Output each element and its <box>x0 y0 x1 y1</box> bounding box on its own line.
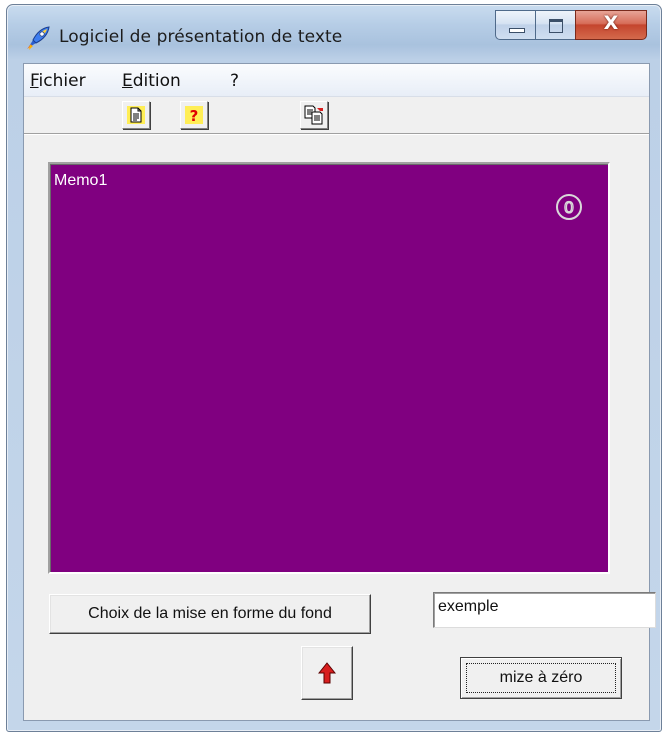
toolbar-copy-button[interactable] <box>300 101 328 129</box>
application-window: Logiciel de présentation de texte X Fich… <box>6 4 662 732</box>
menu-fichier-rest: ichier <box>38 71 86 91</box>
menu-edition-accel: E <box>122 71 133 91</box>
choose-background-button[interactable]: Choix de la mise en forme du fond <box>49 594 371 634</box>
close-icon: X <box>603 12 619 34</box>
toolbar-new-button[interactable] <box>122 101 150 129</box>
focus-rectangle <box>466 663 616 693</box>
caption-buttons: X <box>495 10 647 44</box>
copy-paste-icon <box>304 105 323 125</box>
client-area: Fichier Edition ? ? Memo1 0 Choix de la … <box>23 63 656 721</box>
reset-button[interactable]: mize à zéro <box>460 657 622 699</box>
menu-fichier-accel: F <box>30 71 39 91</box>
window-title: Logiciel de présentation de texte <box>59 27 343 47</box>
text-input[interactable]: exemple <box>433 592 656 628</box>
minimize-icon <box>509 28 525 33</box>
new-document-icon <box>127 106 145 124</box>
menu-fichier[interactable]: Fichier <box>30 71 86 91</box>
menu-bar: Fichier Edition ? <box>24 64 649 97</box>
maximize-icon <box>549 19 563 33</box>
menu-edition-rest: dition <box>132 71 181 91</box>
menu-edition[interactable]: Edition <box>122 71 181 91</box>
maximize-button[interactable] <box>535 10 575 40</box>
red-up-arrow-icon <box>318 662 336 684</box>
memo-textarea[interactable]: Memo1 0 <box>48 162 610 574</box>
arrow-up-button[interactable] <box>301 646 353 700</box>
memo-text: Memo1 <box>54 172 108 189</box>
circled-digit-zero-icon: 0 <box>554 192 584 222</box>
toolbar: ? <box>24 97 649 134</box>
title-bar[interactable]: Logiciel de présentation de texte X <box>7 5 661 59</box>
memo-counter-value: 0 <box>564 198 573 217</box>
minimize-button[interactable] <box>495 10 535 40</box>
menu-help[interactable]: ? <box>230 71 239 91</box>
choose-background-label: Choix de la mise en forme du fond <box>88 605 332 622</box>
help-icon: ? <box>185 106 203 125</box>
toolbar-help-button[interactable]: ? <box>180 101 208 129</box>
app-rocket-icon <box>27 26 50 50</box>
svg-text:?: ? <box>190 107 199 125</box>
close-button[interactable]: X <box>575 10 647 40</box>
